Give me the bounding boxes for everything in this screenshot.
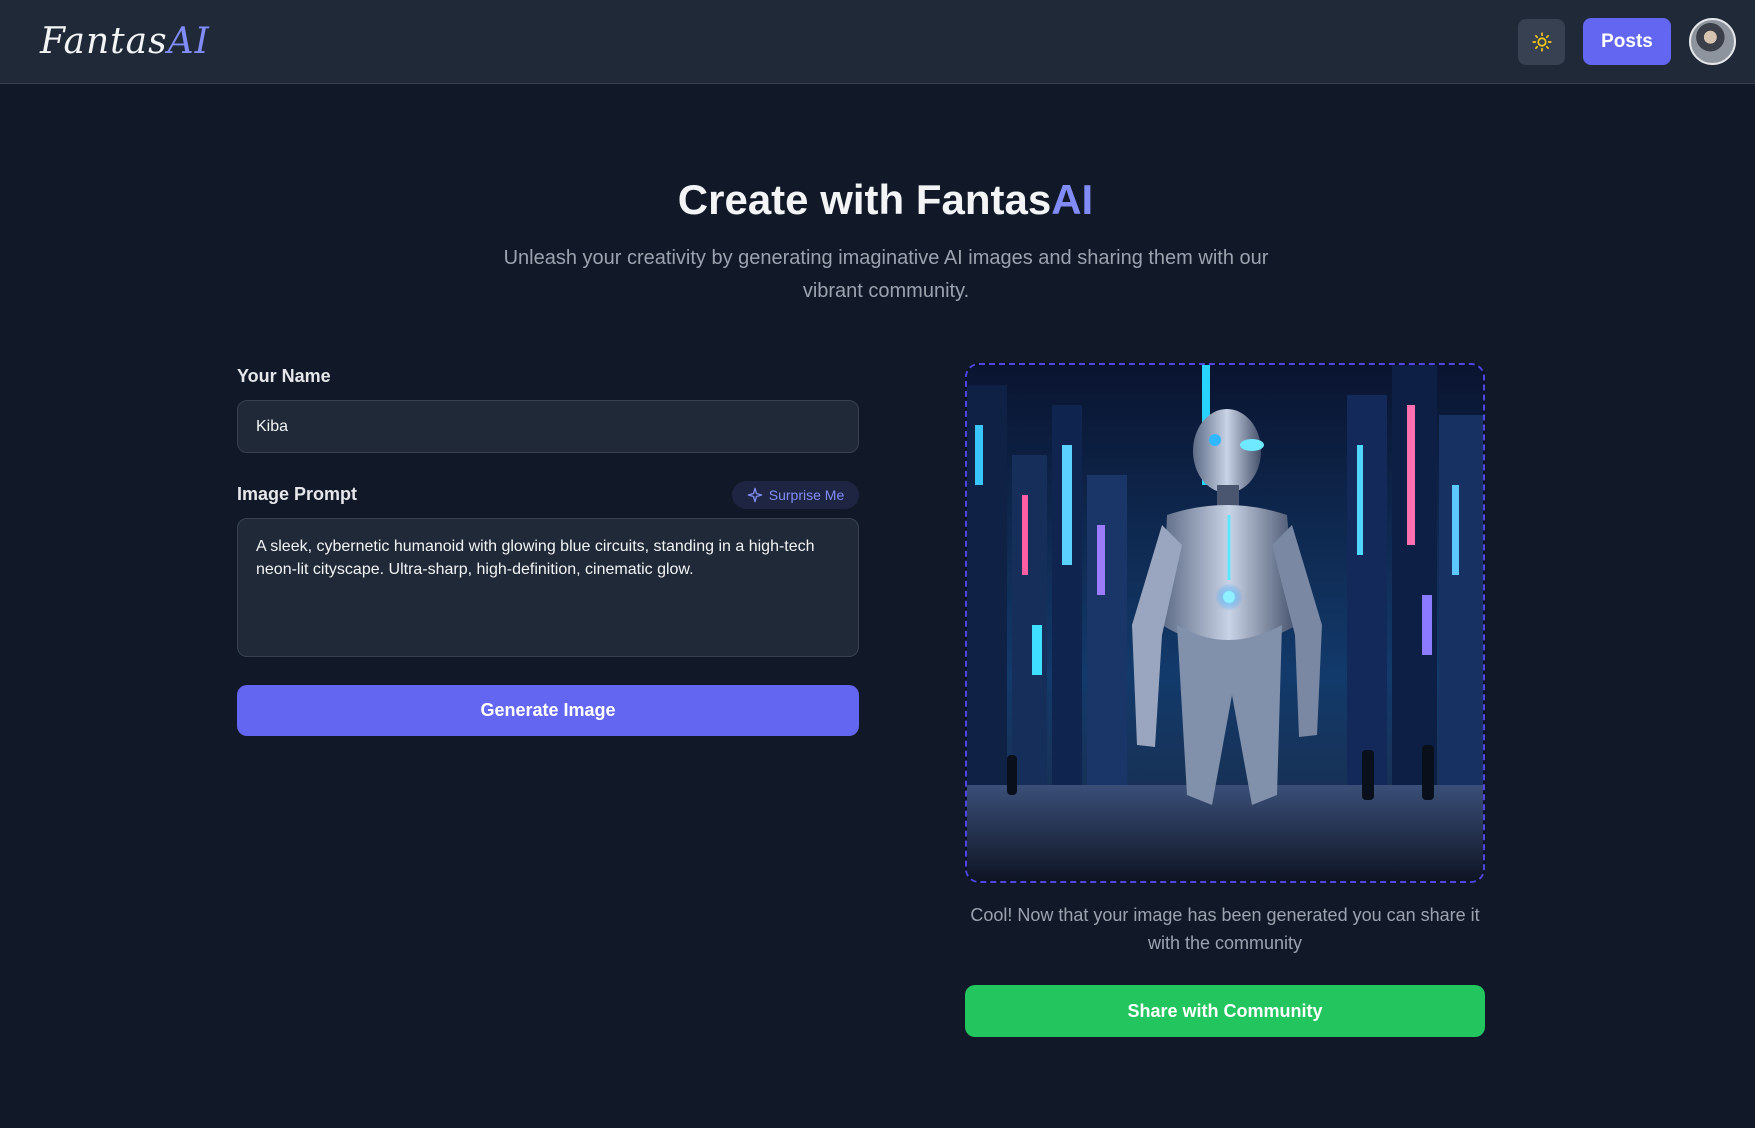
logo-text-accent: AI (167, 21, 210, 62)
page-title: Create with FantasAI (0, 174, 1755, 226)
page-title-accent: AI (1051, 176, 1094, 223)
share-caption: Cool! Now that your image has been gener… (970, 905, 1480, 953)
sun-icon (1531, 32, 1552, 52)
page-subtitle: Unleash your creativity by generating im… (503, 247, 1269, 302)
page-title-main: Create with Fantas (677, 176, 1052, 223)
top-navbar: FantasAI Posts (0, 0, 1755, 84)
surprise-me-button[interactable]: Surprise Me (732, 481, 859, 509)
share-with-community-button[interactable]: Share with Community (965, 985, 1485, 1037)
user-avatar[interactable] (1689, 18, 1736, 65)
generated-image (965, 363, 1485, 883)
name-input[interactable] (237, 400, 859, 453)
generated-image-art (967, 365, 1483, 881)
surprise-me-label: Surprise Me (768, 487, 845, 503)
logo-text-main: Fantas (40, 21, 168, 62)
prompt-textarea[interactable]: A sleek, cybernetic humanoid with glowin… (237, 518, 859, 657)
prompt-label: Image Prompt (237, 484, 358, 504)
theme-toggle-button[interactable] (1518, 19, 1565, 65)
logo[interactable]: FantasAI (40, 20, 210, 64)
name-label: Your Name (237, 366, 331, 386)
sparkle-icon (747, 487, 763, 503)
posts-button[interactable]: Posts (1583, 18, 1671, 65)
generate-image-button[interactable]: Generate Image (237, 685, 859, 736)
